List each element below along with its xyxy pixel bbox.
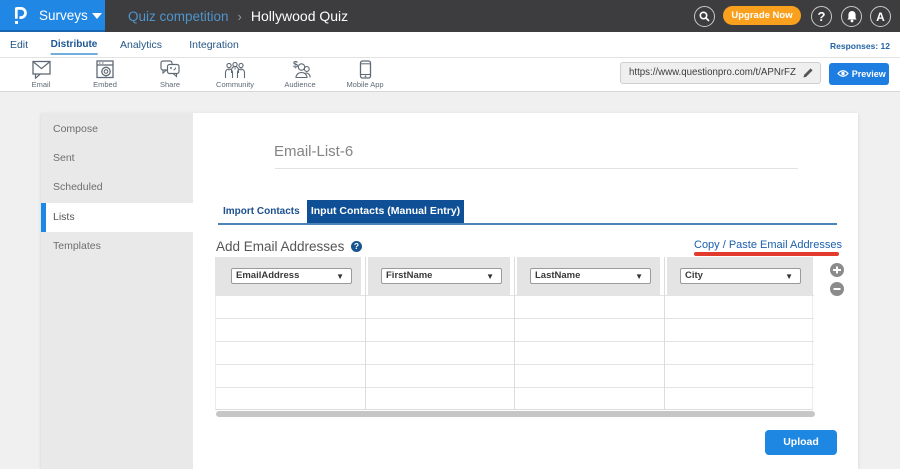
svg-text:$: $ — [293, 60, 298, 70]
